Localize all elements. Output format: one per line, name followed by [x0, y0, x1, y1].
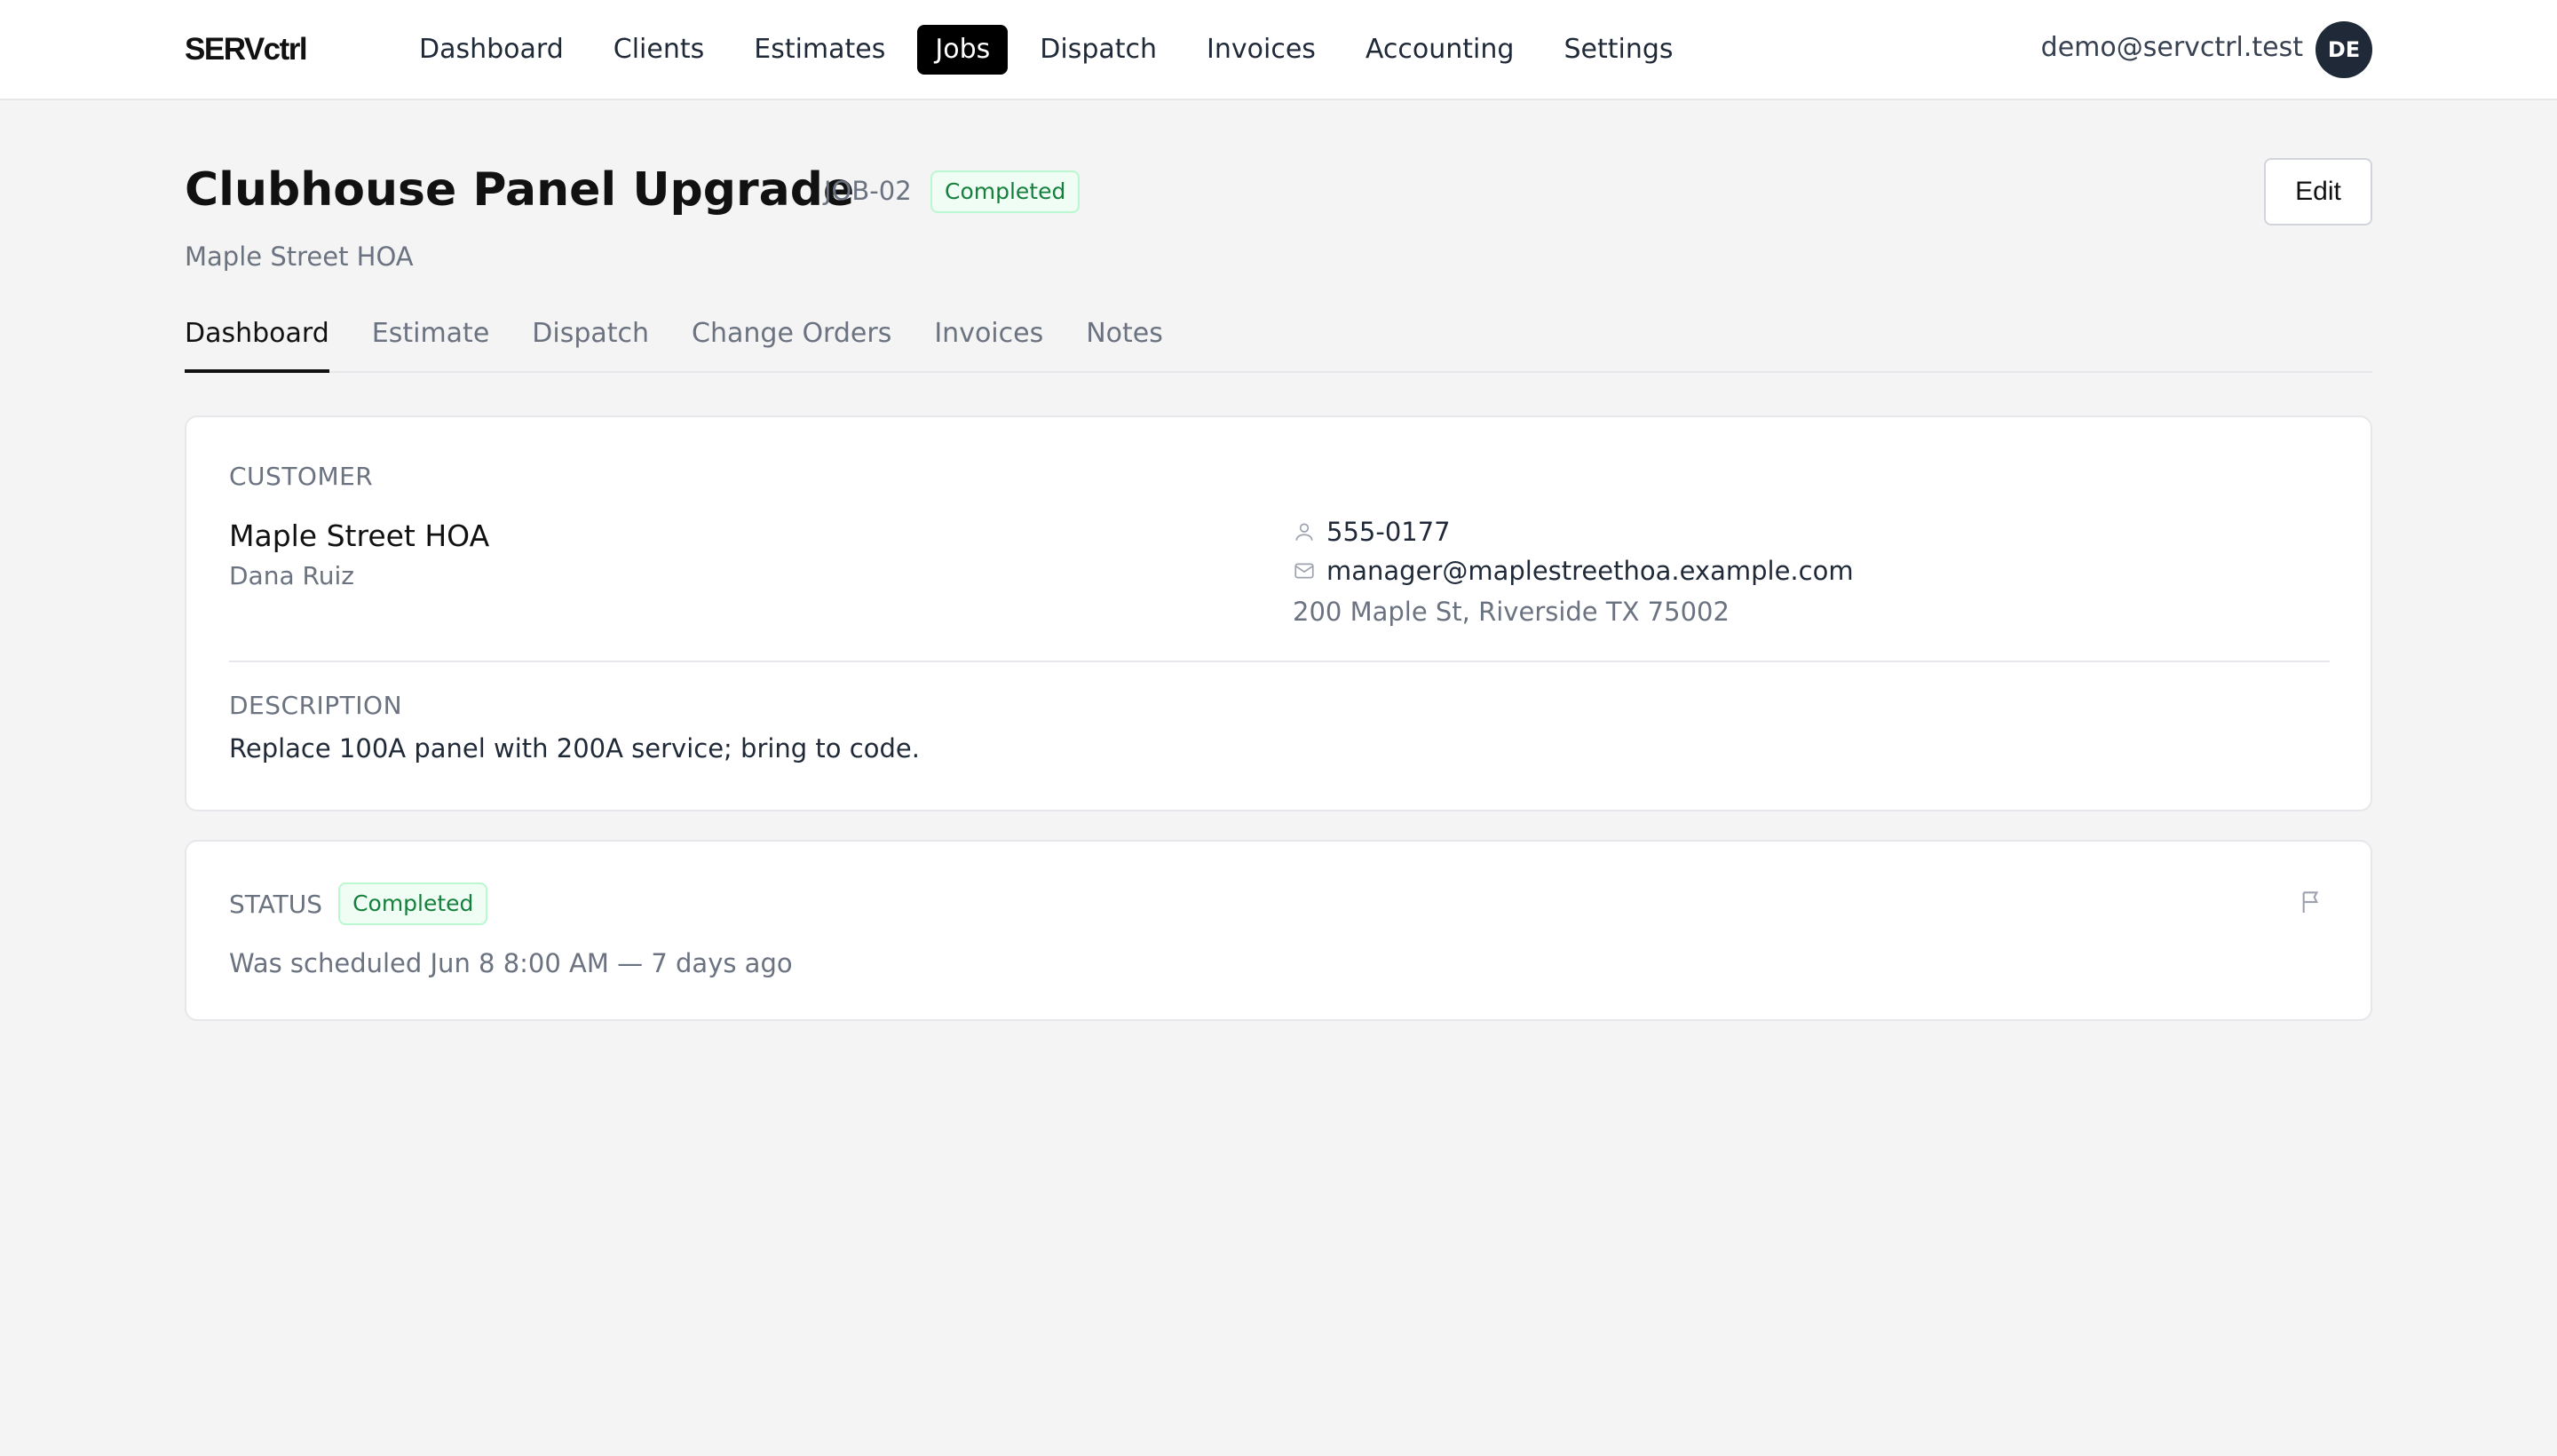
customer-address: 200 Maple St, Riverside TX 75002: [1293, 597, 1730, 627]
edit-button[interactable]: Edit: [2264, 158, 2372, 226]
tab-estimate[interactable]: Estimate: [372, 311, 490, 373]
card-divider: [229, 661, 2330, 662]
page-title: Clubhouse Panel Upgrade: [185, 163, 855, 217]
customer-email[interactable]: manager@maplestreethoa.example.com: [1326, 556, 1854, 586]
description-section-label: DESCRIPTION: [229, 691, 403, 720]
tab-dispatch[interactable]: Dispatch: [532, 311, 649, 373]
job-id: JOB-02: [824, 176, 912, 206]
description-text: Replace 100A panel with 200A service; br…: [229, 733, 920, 764]
user-email[interactable]: demo@servctrl.test: [2041, 32, 2303, 63]
customer-name[interactable]: Maple Street HOA: [229, 518, 489, 553]
email-line: manager@maplestreethoa.example.com: [1293, 556, 1854, 586]
nav-item-accounting[interactable]: Accounting: [1348, 25, 1532, 75]
tab-dashboard[interactable]: Dashboard: [185, 311, 329, 373]
status-section-label: STATUS: [229, 889, 323, 919]
job-tabs: Dashboard Estimate Dispatch Change Order…: [185, 311, 2372, 373]
schedule-text: Was scheduled Jun 8 8:00 AM — 7 days ago: [229, 948, 793, 978]
nav-item-jobs[interactable]: Jobs: [917, 25, 1009, 75]
tab-invoices[interactable]: Invoices: [934, 311, 1043, 373]
client-subtitle: Maple Street HOA: [185, 241, 414, 272]
nav-item-dashboard[interactable]: Dashboard: [401, 25, 582, 75]
customer-section-label: CUSTOMER: [229, 462, 374, 491]
status-row: STATUS Completed: [229, 882, 488, 925]
mail-icon: [1294, 563, 1314, 579]
user-avatar[interactable]: DE: [2316, 21, 2372, 78]
customer-card: CUSTOMER Maple Street HOA Dana Ruiz 555-…: [185, 415, 2372, 811]
tab-notes[interactable]: Notes: [1086, 311, 1163, 373]
customer-phone[interactable]: 555-0177: [1326, 517, 1451, 547]
nav-item-estimates[interactable]: Estimates: [736, 25, 903, 75]
tab-change-orders[interactable]: Change Orders: [692, 311, 891, 373]
status-card-badge: Completed: [338, 882, 488, 925]
nav-item-dispatch[interactable]: Dispatch: [1022, 25, 1175, 75]
nav-item-invoices[interactable]: Invoices: [1189, 25, 1334, 75]
flag-icon[interactable]: [2298, 888, 2326, 916]
phone-line: 555-0177: [1293, 517, 1451, 547]
main-nav: Dashboard Clients Estimates Jobs Dispatc…: [401, 25, 1706, 75]
person-icon: [1295, 523, 1313, 541]
customer-contact: Dana Ruiz: [229, 561, 354, 590]
status-badge: Completed: [930, 170, 1081, 213]
top-navbar: SERVctrl Dashboard Clients Estimates Job…: [0, 0, 2557, 100]
status-card: STATUS Completed Was scheduled Jun 8 8:0…: [185, 840, 2372, 1021]
nav-item-settings[interactable]: Settings: [1546, 25, 1690, 75]
app-logo[interactable]: SERVctrl: [185, 32, 308, 67]
nav-item-clients[interactable]: Clients: [596, 25, 722, 75]
